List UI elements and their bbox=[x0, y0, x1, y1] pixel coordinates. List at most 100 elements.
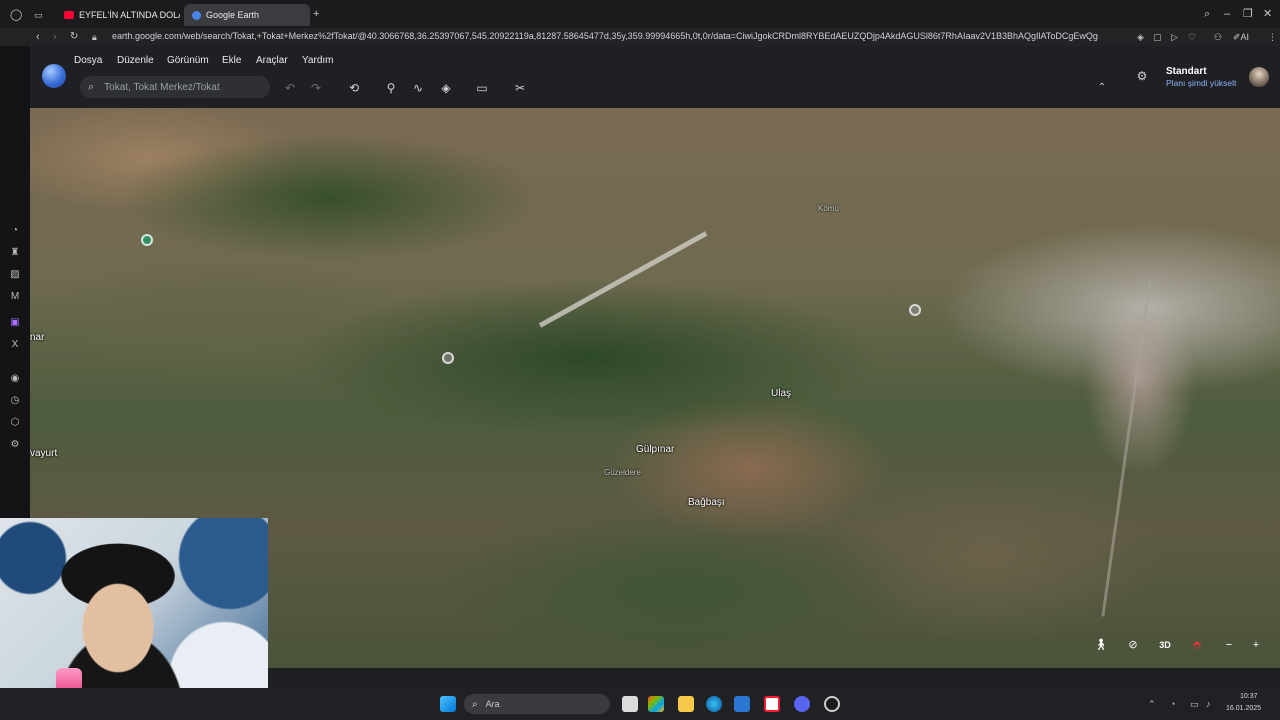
place-label: Kömü bbox=[818, 204, 839, 213]
menu-file[interactable]: Dosya bbox=[74, 55, 102, 66]
copilot-icon[interactable] bbox=[648, 696, 664, 712]
aria-ai-button[interactable]: ✐AI bbox=[1233, 30, 1249, 44]
map-pin[interactable] bbox=[141, 234, 153, 246]
task-view-icon[interactable] bbox=[622, 696, 638, 712]
airport-runway bbox=[538, 231, 708, 328]
restore-icon[interactable]: ❐ bbox=[1243, 7, 1253, 21]
compass-icon[interactable]: ⬘ bbox=[1186, 636, 1208, 654]
zoom-in-icon[interactable]: + bbox=[1245, 636, 1267, 654]
network-icon[interactable]: ◔ bbox=[1170, 697, 1175, 711]
upgrade-plan-link[interactable]: Planı şimdi yükselt bbox=[1166, 78, 1236, 88]
search-icon: ⌕ bbox=[88, 80, 95, 93]
settings-icon[interactable]: ⚙ bbox=[8, 438, 22, 452]
map-status-bar bbox=[268, 668, 1280, 688]
play-icon[interactable]: ▷ bbox=[1171, 30, 1178, 44]
add-placemark-icon[interactable]: ⚲ bbox=[383, 80, 399, 96]
store-icon[interactable] bbox=[734, 696, 750, 712]
account-plan: Standart bbox=[1166, 66, 1207, 77]
menu-edit[interactable]: Düzenle bbox=[117, 55, 154, 66]
workspace-icon[interactable]: ▨ bbox=[8, 268, 22, 282]
file-explorer-icon[interactable] bbox=[678, 696, 694, 712]
windows-start-icon[interactable] bbox=[440, 696, 456, 712]
taskbar-search-placeholder: Ara bbox=[485, 699, 500, 709]
browser-sidebar: ◔ ♜ ▨ M ▣ X ◉ ◷ ⬡ ⚙ bbox=[0, 46, 30, 520]
river bbox=[1101, 279, 1152, 617]
clock-time[interactable]: 10:37 bbox=[1240, 693, 1258, 700]
voyager-history-icon[interactable]: ⟲ bbox=[346, 80, 362, 96]
more-menu-icon[interactable]: ⋮ bbox=[1268, 30, 1277, 44]
reload-icon[interactable]: ↻ bbox=[70, 30, 78, 44]
place-label: nar bbox=[30, 332, 45, 343]
lock-icon: 🔒︎ bbox=[92, 32, 97, 42]
menu-add[interactable]: Ekle bbox=[222, 55, 241, 66]
back-icon[interactable]: ‹ bbox=[36, 30, 40, 44]
place-label: vayurt bbox=[30, 448, 58, 459]
twitch-icon[interactable]: ▣ bbox=[8, 316, 22, 330]
browser-tab-bar: ◯ ▭ EYFEL'İN ALTINDA DOLAN Google Earth … bbox=[0, 0, 1280, 28]
undo-icon[interactable]: ↶ bbox=[282, 80, 298, 96]
layers-icon[interactable]: ◈ bbox=[438, 80, 454, 96]
capture-icon[interactable]: ✂ bbox=[512, 80, 528, 96]
player-icon[interactable]: ◉ bbox=[8, 372, 22, 386]
avatar[interactable] bbox=[1249, 67, 1269, 87]
battery-icon[interactable]: ▭ bbox=[1190, 697, 1199, 711]
search-tabs-icon[interactable]: ⌕ bbox=[1204, 7, 1210, 21]
search-input[interactable]: Tokat, Tokat Merkez/Tokat bbox=[104, 82, 219, 93]
url-field[interactable]: earth.google.com/web/search/Tokat,+Tokat… bbox=[112, 29, 1132, 44]
place-label-bagbasi: Bağbaşı bbox=[688, 497, 725, 508]
add-path-icon[interactable]: ∿ bbox=[410, 80, 426, 96]
tab-menu-icon[interactable]: ▭ bbox=[34, 8, 43, 22]
measure-icon[interactable]: ▭ bbox=[474, 80, 490, 96]
messenger-icon[interactable]: M bbox=[8, 290, 22, 304]
translate-icon[interactable]: ◈ bbox=[1137, 30, 1144, 44]
menu-view[interactable]: Görünüm bbox=[167, 55, 209, 66]
tab-title: Google Earth bbox=[206, 10, 260, 20]
view-3d-button[interactable]: 3D bbox=[1154, 636, 1176, 654]
tab-title: EYFEL'İN ALTINDA DOLAN bbox=[79, 10, 180, 20]
ai-label: AI bbox=[1240, 32, 1250, 42]
aria-sidebar-icon[interactable]: ◔ bbox=[8, 224, 22, 238]
search-box[interactable]: ⌕ Tokat, Tokat Merkez/Tokat bbox=[80, 76, 270, 98]
extensions-icon[interactable]: ⬡ bbox=[8, 416, 22, 430]
volume-icon[interactable]: ♪ bbox=[1206, 697, 1211, 711]
edge-icon[interactable] bbox=[706, 696, 722, 712]
menu-tools[interactable]: Araçlar bbox=[256, 55, 288, 66]
search-placeholder: Tokat, Tokat Merkez/Tokat bbox=[104, 81, 220, 93]
clock-date[interactable]: 16.01.2025 bbox=[1226, 705, 1261, 712]
tilt-lock-icon[interactable]: ⊘ bbox=[1122, 636, 1144, 654]
place-label-guzeldere: Güzeldere bbox=[604, 468, 641, 477]
map-pin[interactable] bbox=[442, 352, 454, 364]
google-earth-icon bbox=[192, 10, 201, 20]
youtube-icon bbox=[64, 11, 74, 19]
windows-taskbar bbox=[0, 688, 1280, 720]
place-label-gulpinar: Gülpınar bbox=[636, 444, 675, 455]
map-pin[interactable] bbox=[909, 304, 921, 316]
minimize-icon[interactable]: – bbox=[1224, 7, 1230, 21]
collapse-toolbar-icon[interactable]: ⌃ bbox=[1094, 80, 1110, 96]
profile-icon[interactable]: ⚇ bbox=[1214, 30, 1222, 44]
snapshot-icon[interactable]: ▢ bbox=[1153, 30, 1162, 44]
discord-icon[interactable] bbox=[794, 696, 810, 712]
tab-google-earth[interactable]: Google Earth bbox=[184, 4, 310, 26]
tab-youtube[interactable]: EYFEL'İN ALTINDA DOLAN bbox=[56, 4, 180, 26]
new-tab-icon[interactable]: + bbox=[313, 7, 319, 21]
place-label-ulas: Ulaş bbox=[771, 388, 792, 399]
street-view-pegman-icon[interactable]: 🚶︎ bbox=[1090, 636, 1112, 654]
settings-gear-icon[interactable]: ⚙ bbox=[1134, 68, 1150, 84]
obs-icon[interactable] bbox=[824, 696, 840, 712]
redo-icon[interactable]: ↷ bbox=[308, 80, 324, 96]
crypto-wallet-icon[interactable]: ♜ bbox=[8, 246, 22, 260]
search-icon: ⌕ bbox=[472, 698, 478, 710]
taskbar-search[interactable]: ⌕ Ara bbox=[464, 694, 610, 714]
close-window-icon[interactable]: ✕ bbox=[1263, 7, 1272, 21]
x-twitter-icon[interactable]: X bbox=[8, 338, 22, 352]
menu-help[interactable]: Yardım bbox=[302, 55, 334, 66]
forward-icon[interactable]: › bbox=[53, 30, 57, 44]
zoom-out-icon[interactable]: − bbox=[1218, 636, 1240, 654]
history-icon[interactable]: ◷ bbox=[8, 394, 22, 408]
google-earth-logo-icon[interactable] bbox=[42, 64, 66, 88]
heart-icon[interactable]: ♡ bbox=[1188, 30, 1196, 44]
tray-chevron-icon[interactable]: ⌃ bbox=[1148, 697, 1156, 711]
opera-logo-icon[interactable]: ◯ bbox=[10, 8, 22, 22]
opera-taskbar-icon[interactable] bbox=[764, 696, 780, 712]
